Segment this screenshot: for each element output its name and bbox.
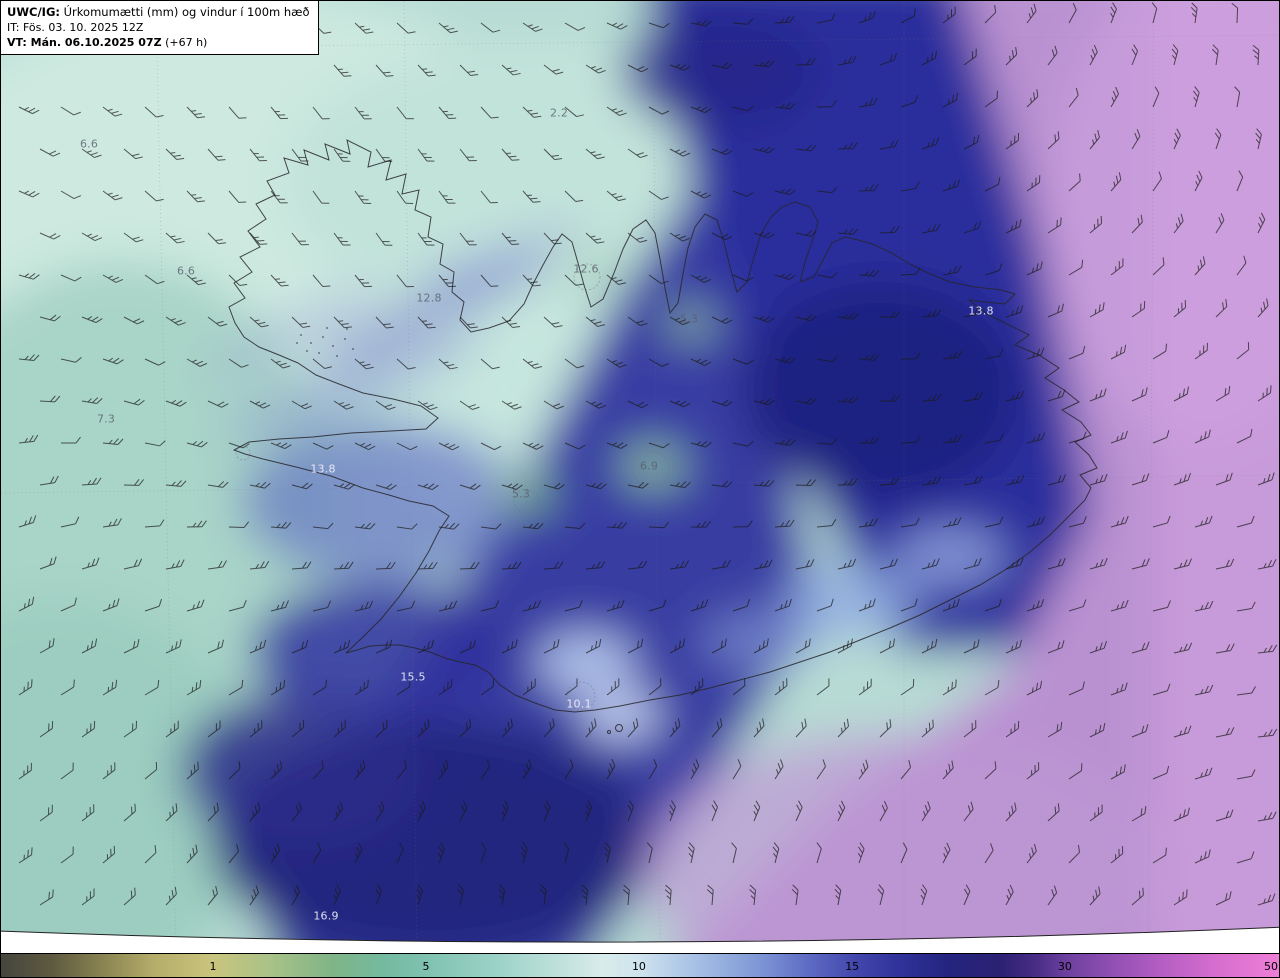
map-title: Úrkomumætti (mm) og vindur í 100m hæð <box>63 5 310 19</box>
valid-time-line: VT: Mán. 06.10.2025 07Z (+67 h) <box>7 35 310 50</box>
weather-map-frame: 6.6 2.2 6.6 12.8 12.6 5.3 13.8 7.3 13.8 6.9 5.3 15.… <box>0 0 1280 978</box>
colorbar-tick: 50 <box>1264 960 1279 973</box>
colorbar-tick: 30 <box>1057 960 1072 973</box>
precipitation-field <box>1 1 1279 953</box>
model-name: UWC/IG: <box>7 5 60 19</box>
init-time: IT: Fös. 03. 10. 2025 12Z <box>7 21 144 34</box>
colorbar-tick: 10 <box>631 960 646 973</box>
colorbar-tick: 15 <box>845 960 860 973</box>
colorbar-tick: 1 <box>209 960 217 973</box>
precipitation-colorbar: 1 5 10 15 30 50 <box>1 953 1279 977</box>
title-line: UWC/IG: Úrkomumætti (mm) og vindur í 100… <box>7 4 310 20</box>
map-title-box: UWC/IG: Úrkomumætti (mm) og vindur í 100… <box>1 1 319 55</box>
colorbar-tick: 5 <box>422 960 430 973</box>
map-canvas <box>1 1 1279 953</box>
valid-time: VT: Mán. 06.10.2025 07Z <box>7 36 162 49</box>
lead-time: (+67 h) <box>165 36 208 49</box>
